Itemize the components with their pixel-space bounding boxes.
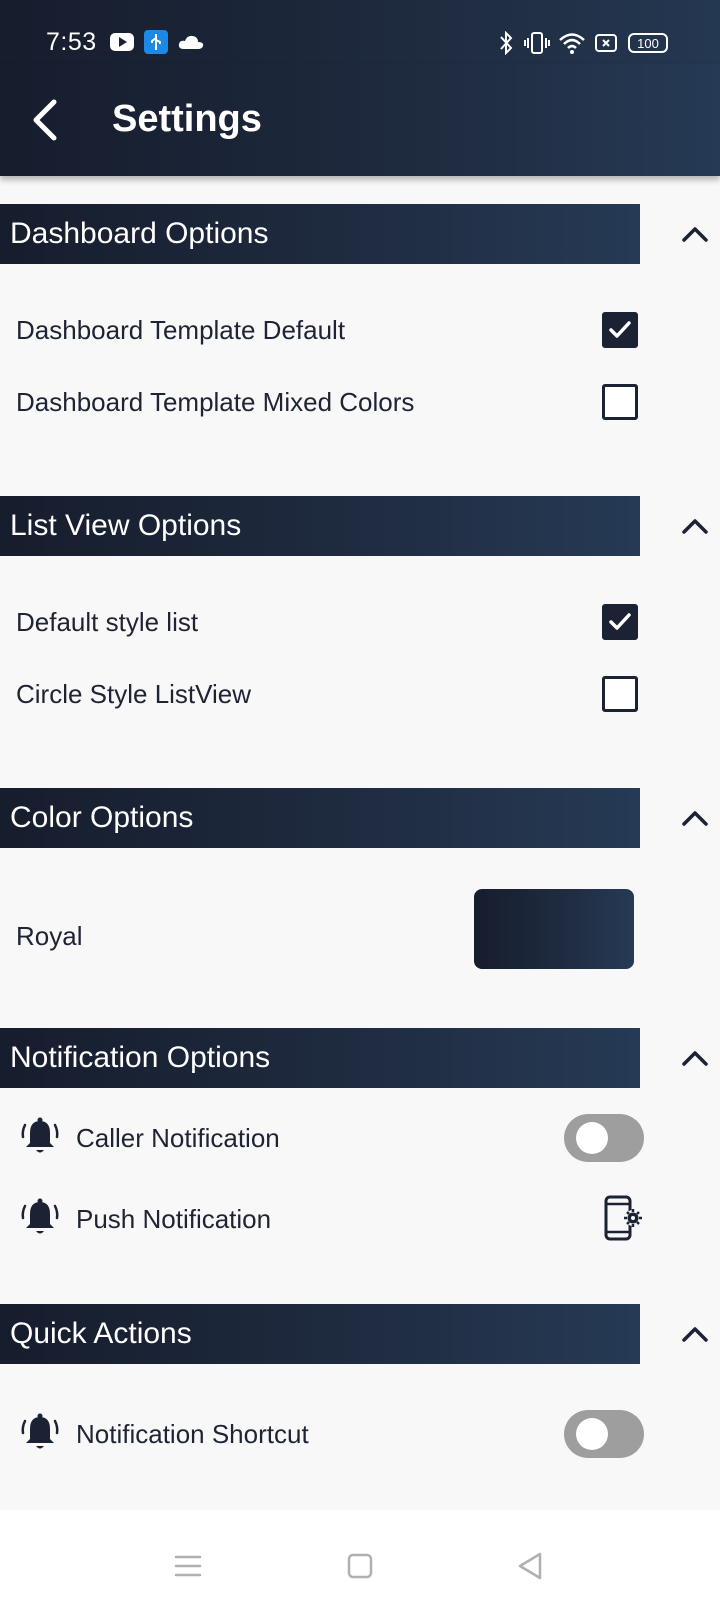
option-label: Default style list <box>16 607 199 637</box>
vibrate-icon <box>524 32 550 54</box>
option-label: Notification Shortcut <box>76 1419 309 1449</box>
checkbox-dashboard-template-default[interactable] <box>602 312 638 348</box>
color-swatch-royal[interactable] <box>474 889 634 969</box>
option-label: Circle Style ListView <box>16 679 252 709</box>
collapse-chevron-up-icon[interactable] <box>678 1322 712 1346</box>
section-header-color[interactable]: Color Options <box>0 788 640 848</box>
youtube-icon <box>110 33 134 51</box>
checkbox-circle-style-listview[interactable] <box>602 676 638 712</box>
phone-settings-icon[interactable] <box>600 1194 646 1242</box>
collapse-chevron-up-icon[interactable] <box>678 222 712 246</box>
system-nav-bar <box>0 1510 720 1600</box>
section-header-list-view[interactable]: List View Options <box>0 496 640 556</box>
collapse-chevron-up-icon[interactable] <box>678 514 712 538</box>
section-header-notification[interactable]: Notification Options <box>0 1028 640 1088</box>
collapse-chevron-up-icon[interactable] <box>678 806 712 830</box>
back-arrow-icon[interactable] <box>26 96 66 144</box>
bluetooth-icon <box>500 31 513 55</box>
wifi-icon <box>559 33 585 54</box>
option-label: Caller Notification <box>76 1123 280 1153</box>
status-time: 7:53 <box>46 28 97 56</box>
collapse-chevron-up-icon[interactable] <box>678 1046 712 1070</box>
menu-icon[interactable] <box>174 1554 202 1578</box>
battery-level: 100 <box>637 36 659 51</box>
toggle-knob <box>576 1418 608 1450</box>
bell-icon <box>21 1117 59 1153</box>
section-title: Notification Options <box>10 1041 271 1074</box>
section-title: Quick Actions <box>10 1317 192 1350</box>
page-title: Settings <box>112 98 262 140</box>
section-header-dashboard[interactable]: Dashboard Options <box>0 204 640 264</box>
section-title: Color Options <box>10 801 194 834</box>
toggle-knob <box>576 1122 608 1154</box>
bell-icon <box>21 1198 59 1234</box>
section-title: List View Options <box>10 509 242 542</box>
option-label: Push Notification <box>76 1204 272 1234</box>
app-bar: Settings <box>0 64 720 176</box>
battery-icon: 100 <box>628 33 668 53</box>
screen-record-icon <box>595 34 617 52</box>
option-label: Dashboard Template Default <box>16 315 346 345</box>
back-triangle-icon[interactable] <box>516 1551 544 1581</box>
color-option-label: Royal <box>16 921 83 951</box>
section-title: Dashboard Options <box>10 217 269 250</box>
check-icon <box>609 321 631 338</box>
check-icon <box>609 613 631 630</box>
checkbox-dashboard-template-mixed-colors[interactable] <box>602 384 638 420</box>
usb-icon <box>144 30 168 54</box>
status-bar: 7:53 100 <box>0 0 720 64</box>
bell-icon <box>21 1413 59 1449</box>
checkbox-default-style-list[interactable] <box>602 604 638 640</box>
toggle-notification-shortcut[interactable] <box>564 1410 644 1458</box>
home-square-icon[interactable] <box>347 1553 373 1579</box>
toggle-caller-notification[interactable] <box>564 1114 644 1162</box>
section-header-quick-actions[interactable]: Quick Actions <box>0 1304 640 1364</box>
option-label: Dashboard Template Mixed Colors <box>16 387 415 417</box>
cloud-icon <box>178 35 204 49</box>
